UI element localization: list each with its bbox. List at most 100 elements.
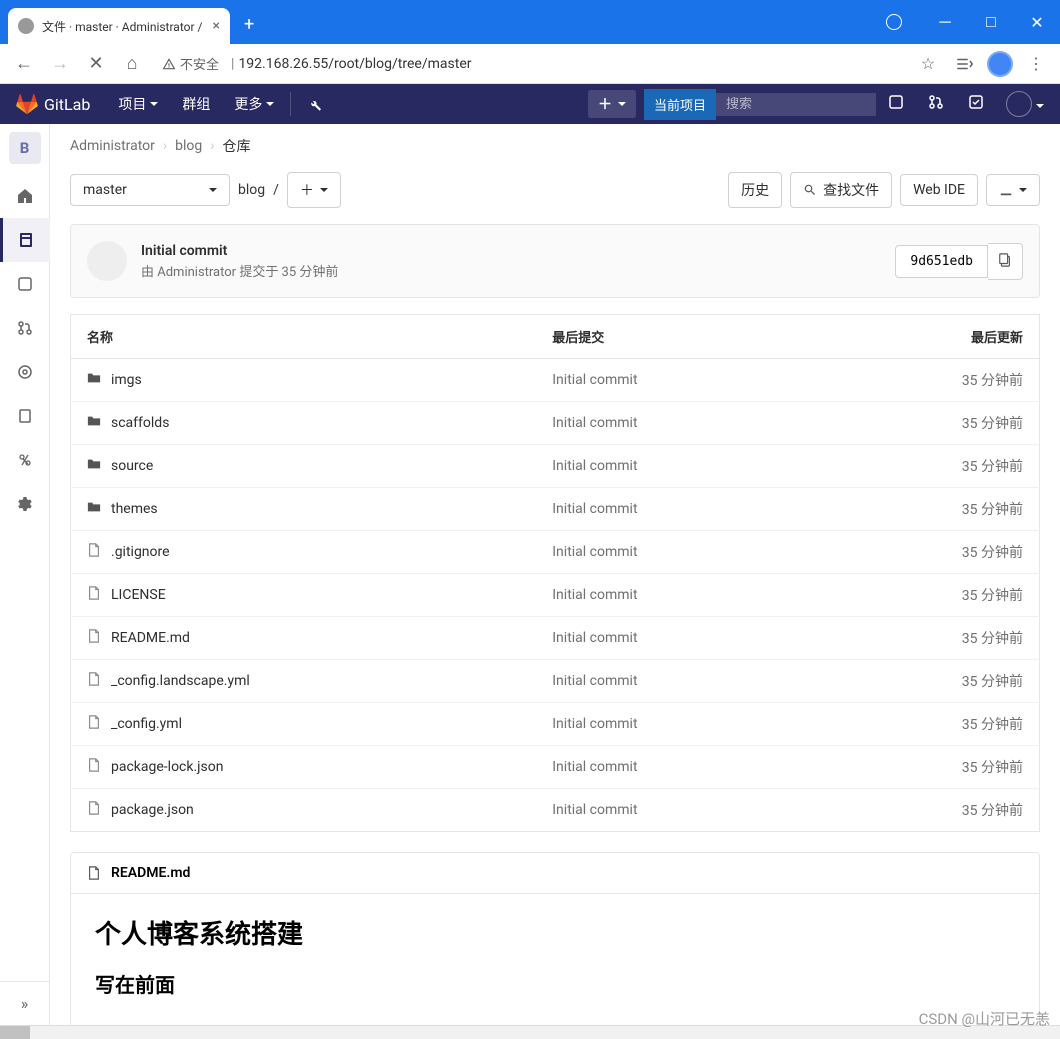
merge-requests-icon[interactable] bbox=[916, 94, 956, 114]
file-commit-msg[interactable]: Initial commit bbox=[536, 703, 816, 746]
current-project-badge: 当前项目 bbox=[644, 89, 716, 120]
sidebar-item-snippets[interactable] bbox=[0, 438, 50, 482]
folder-icon bbox=[87, 414, 101, 432]
file-name-text[interactable]: themes bbox=[111, 501, 158, 517]
commit-title[interactable]: Initial commit bbox=[141, 243, 895, 259]
history-button[interactable]: 历史 bbox=[728, 172, 782, 208]
file-name-text[interactable]: .gitignore bbox=[111, 544, 170, 560]
file-name-text[interactable]: _config.landscape.yml bbox=[111, 673, 250, 689]
file-name-text[interactable]: package-lock.json bbox=[111, 759, 223, 775]
file-commit-msg[interactable]: Initial commit bbox=[536, 359, 816, 402]
file-commit-msg[interactable]: Initial commit bbox=[536, 445, 816, 488]
table-row[interactable]: package.json Initial commit35 分钟前 bbox=[71, 789, 1040, 832]
url-input[interactable]: 不安全 | 192.168.26.55/root/blog/tree/maste… bbox=[152, 49, 908, 79]
file-name-text[interactable]: scaffolds bbox=[111, 415, 169, 431]
file-commit-msg[interactable]: Initial commit bbox=[536, 746, 816, 789]
admin-wrench-icon[interactable] bbox=[295, 84, 334, 124]
new-dropdown-button[interactable]: ＋ bbox=[588, 90, 636, 118]
breadcrumb-owner[interactable]: Administrator bbox=[70, 138, 155, 154]
download-button[interactable] bbox=[986, 174, 1040, 206]
file-name-text[interactable]: LICENSE bbox=[111, 587, 166, 603]
browser-tab[interactable]: 文件 · master · Administrator / × bbox=[8, 8, 230, 44]
sidebar-item-cicd[interactable] bbox=[0, 350, 50, 394]
project-avatar[interactable]: B bbox=[9, 132, 41, 164]
window-minimize-button[interactable]: ─ bbox=[922, 6, 968, 38]
table-row[interactable]: scaffoldsInitial commit35 分钟前 bbox=[71, 402, 1040, 445]
sidebar-item-overview[interactable] bbox=[0, 174, 50, 218]
tab-close-icon[interactable]: × bbox=[202, 18, 219, 34]
browser-menu-icon[interactable]: ⋮ bbox=[1020, 48, 1052, 80]
download-icon bbox=[999, 183, 1013, 197]
nav-more[interactable]: 更多 bbox=[222, 84, 286, 124]
sidebar-item-repository[interactable] bbox=[0, 218, 50, 262]
gitlab-logo[interactable]: GitLab bbox=[16, 93, 90, 115]
profile-avatar[interactable] bbox=[984, 48, 1016, 80]
file-name-text[interactable]: imgs bbox=[111, 372, 142, 388]
file-commit-msg[interactable]: Initial commit bbox=[536, 789, 816, 832]
table-row[interactable]: .gitignore Initial commit35 分钟前 bbox=[71, 531, 1040, 574]
file-updated: 35 分钟前 bbox=[816, 531, 1040, 574]
nav-stop-button[interactable]: ✕ bbox=[80, 48, 112, 80]
issues-icon[interactable] bbox=[876, 94, 916, 114]
account-indicator-icon[interactable] bbox=[886, 14, 902, 30]
table-row[interactable]: imgs Initial commit35 分钟前 bbox=[71, 359, 1040, 402]
tree-add-button[interactable]: ＋ bbox=[287, 172, 341, 208]
user-avatar[interactable] bbox=[1006, 91, 1032, 117]
window-close-button[interactable]: ✕ bbox=[1014, 6, 1060, 38]
todos-icon[interactable] bbox=[956, 94, 996, 114]
file-updated: 35 分钟前 bbox=[816, 746, 1040, 789]
file-updated: 35 分钟前 bbox=[816, 488, 1040, 531]
file-updated: 35 分钟前 bbox=[816, 789, 1040, 832]
nav-forward-button[interactable]: → bbox=[44, 48, 76, 80]
breadcrumb-project[interactable]: blog bbox=[175, 138, 202, 154]
table-row[interactable]: package-lock.json Initial commit35 分钟前 bbox=[71, 746, 1040, 789]
bookmark-star-icon[interactable]: ☆ bbox=[912, 48, 944, 80]
reading-list-icon[interactable] bbox=[948, 48, 980, 80]
file-icon bbox=[87, 543, 101, 561]
file-commit-msg[interactable]: Initial commit bbox=[536, 660, 816, 703]
breadcrumb-current: 仓库 bbox=[222, 136, 250, 156]
header-search[interactable] bbox=[716, 93, 876, 116]
table-row[interactable]: _config.ymlInitial commit35 分钟前 bbox=[71, 703, 1040, 746]
search-input[interactable] bbox=[726, 97, 892, 112]
watermark: CSDN @山河已无恙 bbox=[919, 1008, 1050, 1029]
file-commit-msg[interactable]: Initial commit bbox=[536, 488, 816, 531]
file-name-text[interactable]: package.json bbox=[111, 802, 194, 818]
chevron-down-icon bbox=[209, 182, 217, 198]
file-commit-msg[interactable]: Initial commit bbox=[536, 617, 816, 660]
insecure-warning-icon[interactable]: 不安全 bbox=[162, 54, 219, 73]
new-tab-button[interactable]: + bbox=[230, 14, 268, 35]
web-ide-button[interactable]: Web IDE bbox=[900, 174, 978, 206]
tree-path[interactable]: blog bbox=[238, 182, 265, 198]
chevron-down-icon bbox=[1019, 182, 1027, 198]
table-row[interactable]: themes Initial commit35 分钟前 bbox=[71, 488, 1040, 531]
file-updated: 35 分钟前 bbox=[816, 359, 1040, 402]
file-name-text[interactable]: README.md bbox=[111, 630, 190, 646]
horizontal-scrollbar[interactable] bbox=[0, 1025, 1060, 1039]
file-name-text[interactable]: source bbox=[111, 458, 153, 474]
file-commit-msg[interactable]: Initial commit bbox=[536, 402, 816, 445]
readme-filename[interactable]: README.md bbox=[111, 865, 190, 881]
file-commit-msg[interactable]: Initial commit bbox=[536, 531, 816, 574]
file-commit-msg[interactable]: Initial commit bbox=[536, 574, 816, 617]
table-row[interactable]: README.mdInitial commit35 分钟前 bbox=[71, 617, 1040, 660]
commit-sha[interactable]: 9d651edb bbox=[895, 245, 988, 278]
nav-projects[interactable]: 项目 bbox=[106, 84, 170, 124]
table-row[interactable]: _config.landscape.ymlInitial commit35 分钟… bbox=[71, 660, 1040, 703]
copy-sha-button[interactable] bbox=[988, 243, 1023, 280]
sidebar-item-issues[interactable] bbox=[0, 262, 50, 306]
nav-home-button[interactable]: ⌂ bbox=[116, 48, 148, 80]
window-maximize-button[interactable]: □ bbox=[968, 6, 1014, 38]
table-row[interactable]: LICENSEInitial commit35 分钟前 bbox=[71, 574, 1040, 617]
commit-author-avatar[interactable] bbox=[87, 241, 127, 281]
table-row[interactable]: sourceInitial commit35 分钟前 bbox=[71, 445, 1040, 488]
find-file-button[interactable]: 查找文件 bbox=[790, 172, 892, 208]
nav-back-button[interactable]: ← bbox=[8, 48, 40, 80]
sidebar-item-settings[interactable] bbox=[0, 482, 50, 526]
nav-groups[interactable]: 群组 bbox=[170, 84, 222, 124]
sidebar-expand-button[interactable]: » bbox=[0, 981, 50, 1025]
branch-select[interactable]: master bbox=[70, 174, 230, 206]
file-name-text[interactable]: _config.yml bbox=[111, 716, 182, 732]
sidebar-item-wiki[interactable] bbox=[0, 394, 50, 438]
sidebar-item-merge-requests[interactable] bbox=[0, 306, 50, 350]
